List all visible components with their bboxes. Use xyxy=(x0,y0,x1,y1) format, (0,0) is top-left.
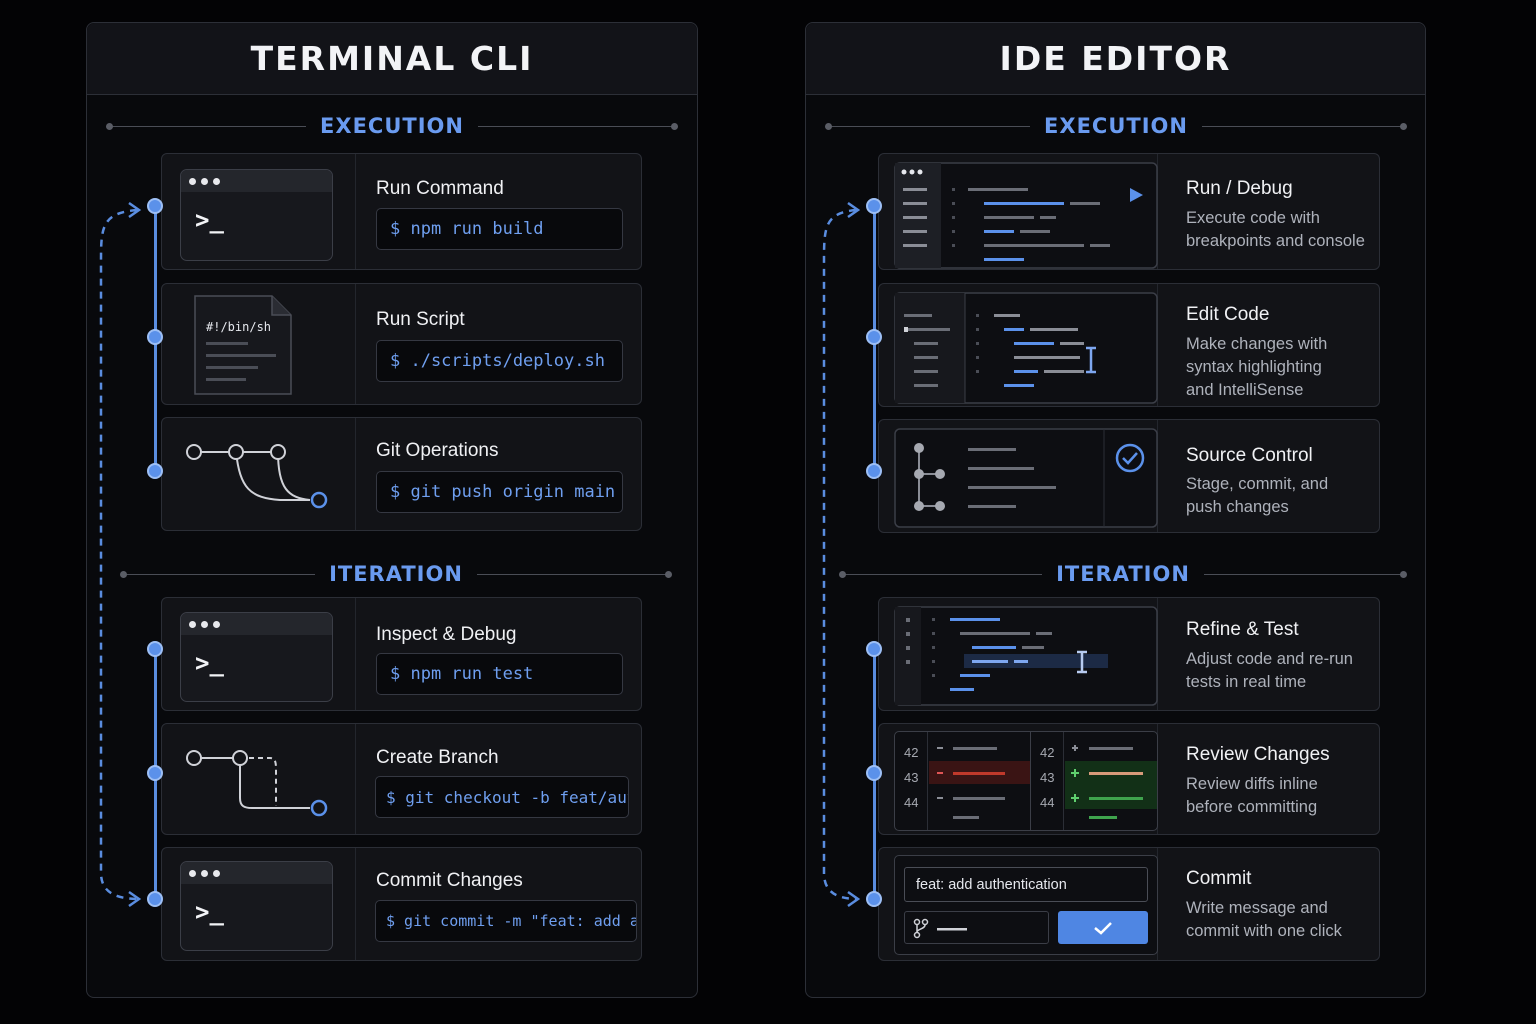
flow-node xyxy=(866,891,882,907)
card-run-debug[interactable]: Run / Debug Execute code with breakpoint… xyxy=(878,153,1380,270)
card-title: Commit Changes xyxy=(376,870,523,891)
flow-node xyxy=(147,463,163,479)
ide-editor-panel: IDE EDITOR EXECUTION Run / Debug Execute… xyxy=(805,22,1426,998)
section-label: ITERATION xyxy=(329,562,463,586)
card-inspect-debug[interactable]: >_ Inspect & Debug $ npm run test xyxy=(161,597,642,711)
terminal-prompt-icon: >_ xyxy=(180,612,333,702)
run-debug-editor-icon xyxy=(894,162,1158,269)
card-title: Run Script xyxy=(376,309,465,330)
card-title: Run / Debug xyxy=(1186,178,1293,199)
section-divider-iteration: ITERATION xyxy=(838,559,1408,589)
card-description: Execute code with breakpoints and consol… xyxy=(1186,209,1365,250)
branch-icon xyxy=(913,918,967,939)
command-box[interactable]: $ npm run build xyxy=(376,208,623,250)
card-title: Run Command xyxy=(376,178,504,199)
card-title: Git Operations xyxy=(376,440,499,461)
card-git-operations[interactable]: Git Operations $ git push origin main xyxy=(161,417,642,531)
card-description: Write message and commit with one click xyxy=(1186,899,1342,940)
command-box[interactable]: $ ./scripts/deploy.sh xyxy=(376,340,623,382)
card-commit[interactable]: feat: add authentication Commit Write me… xyxy=(878,847,1380,961)
terminal-prompt-icon: >_ xyxy=(180,861,333,951)
section-label: ITERATION xyxy=(1056,562,1190,586)
git-branch-create-icon xyxy=(186,750,328,817)
flow-node xyxy=(866,463,882,479)
card-title: Inspect & Debug xyxy=(376,624,517,645)
flow-node xyxy=(147,765,163,781)
card-title: Edit Code xyxy=(1186,304,1270,325)
card-title: Create Branch xyxy=(376,747,499,768)
card-refine-test[interactable]: Refine & Test Adjust code and re-run tes… xyxy=(878,597,1380,711)
command-box[interactable]: $ npm run test xyxy=(376,653,623,695)
flow-node xyxy=(147,641,163,657)
card-description: Adjust code and re-run tests in real tim… xyxy=(1186,650,1353,691)
card-run-command[interactable]: >_ Run Command $ npm run build xyxy=(161,153,642,270)
section-divider-iteration: ITERATION xyxy=(119,559,673,589)
source-control-icon xyxy=(894,428,1158,528)
flow-node xyxy=(866,329,882,345)
card-title: Commit xyxy=(1186,868,1252,889)
card-description: Review diffs inline before committing xyxy=(1186,775,1318,816)
refine-editor-icon xyxy=(894,606,1158,706)
branch-selector[interactable] xyxy=(904,911,1049,944)
card-run-script[interactable]: #!/bin/sh Run Script $ ./scripts/deploy.… xyxy=(161,283,642,405)
git-branch-icon xyxy=(186,444,328,509)
card-source-control[interactable]: Source Control Stage, commit, and push c… xyxy=(878,419,1380,533)
file-label: #!/bin/sh xyxy=(206,320,272,334)
card-description: Stage, commit, and push changes xyxy=(1186,475,1329,516)
card-commit-changes[interactable]: >_ Commit Changes $ git commit -m "feat:… xyxy=(161,847,642,961)
card-edit-code[interactable]: Edit Code Make changes with syntax highl… xyxy=(878,283,1380,407)
card-title: Review Changes xyxy=(1186,744,1330,765)
script-file-icon xyxy=(194,295,292,395)
commit-button[interactable] xyxy=(1058,911,1148,944)
code-editor-icon xyxy=(894,292,1158,404)
card-description: Make changes with syntax highlighting an… xyxy=(1186,335,1328,399)
command-box[interactable]: $ git commit -m "feat: add auth" xyxy=(375,900,637,942)
diff-view-icon: 42 43 44 42 43 44 xyxy=(894,731,1158,831)
flow-node xyxy=(866,641,882,657)
command-box[interactable]: $ git push origin main xyxy=(376,471,623,513)
flow-node xyxy=(866,765,882,781)
card-title: Source Control xyxy=(1186,445,1313,466)
card-title: Refine & Test xyxy=(1186,619,1299,640)
check-icon xyxy=(1094,921,1112,935)
command-box[interactable]: $ git checkout -b feat/auth xyxy=(375,776,629,818)
commit-form-icon: feat: add authentication xyxy=(894,855,1158,955)
commit-message-input[interactable]: feat: add authentication xyxy=(904,867,1148,902)
flow-node xyxy=(866,198,882,214)
terminal-cli-panel: TERMINAL CLI EXECUTION >_ Run Command $ … xyxy=(86,22,698,998)
terminal-prompt-icon: >_ xyxy=(180,169,333,261)
card-create-branch[interactable]: Create Branch $ git checkout -b feat/aut… xyxy=(161,723,642,835)
card-review-changes[interactable]: 42 43 44 42 43 44 Review Changes Review diff… xyxy=(878,723,1380,835)
flow-node xyxy=(147,198,163,214)
flow-node xyxy=(147,329,163,345)
flow-node xyxy=(147,891,163,907)
